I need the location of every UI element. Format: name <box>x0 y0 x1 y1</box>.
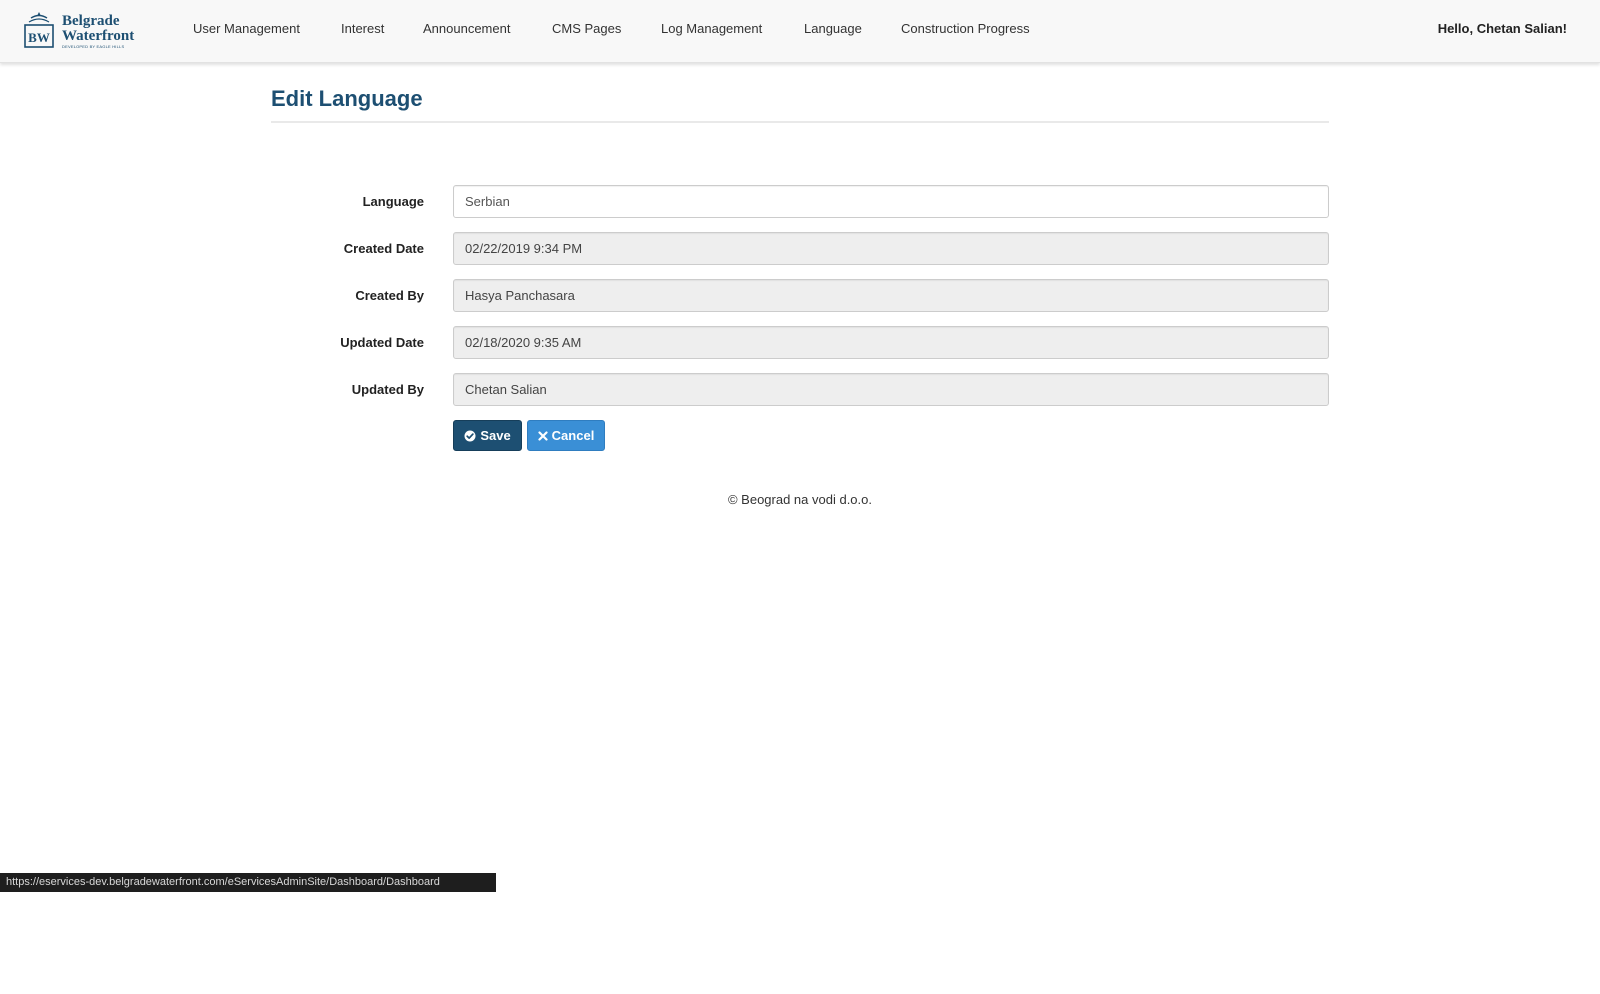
created-date-field <box>453 232 1329 265</box>
top-navbar: BW Belgrade Waterfront DEVELOPED BY EAGL… <box>0 0 1600 63</box>
check-circle-icon <box>464 430 476 442</box>
cancel-button[interactable]: Cancel <box>527 420 605 451</box>
language-label: Language <box>362 194 424 209</box>
updated-date-label: Updated Date <box>340 335 424 350</box>
created-date-row: Created Date <box>271 232 1329 265</box>
belgrade-waterfront-logo-icon: BW <box>24 12 54 48</box>
save-button-label: Save <box>480 428 511 443</box>
nav-item-log-management[interactable]: Log Management <box>661 21 762 36</box>
nav-item-announcement[interactable]: Announcement <box>423 21 510 36</box>
brand-tagline: DEVELOPED BY EAGLE HILLS <box>62 43 125 49</box>
created-by-row: Created By <box>271 279 1329 312</box>
save-button[interactable]: Save <box>453 420 522 451</box>
updated-date-field <box>453 326 1329 359</box>
created-by-field <box>453 279 1329 312</box>
brand-line-1: Belgrade <box>62 12 120 29</box>
nav-item-construction-progress[interactable]: Construction Progress <box>901 21 1030 36</box>
updated-by-field <box>453 373 1329 406</box>
language-row: Language <box>271 185 1329 218</box>
updated-by-label: Updated By <box>351 382 424 397</box>
cancel-button-label: Cancel <box>551 428 595 443</box>
page-footer: © Beograd na vodi d.o.o. <box>727 492 872 507</box>
nav-item-cms-pages[interactable]: CMS Pages <box>552 21 621 36</box>
created-date-label: Created Date <box>343 241 424 256</box>
page-title: Edit Language <box>271 86 423 111</box>
brand-line-2: Waterfront <box>62 27 135 44</box>
language-input[interactable] <box>453 185 1329 218</box>
nav-item-user-management[interactable]: User Management <box>193 21 300 36</box>
nav-item-interest[interactable]: Interest <box>341 21 384 36</box>
close-icon <box>538 430 548 441</box>
browser-status-url: https://eservices-dev.belgradewaterfront… <box>0 873 496 892</box>
updated-date-row: Updated Date <box>271 326 1329 359</box>
user-greeting[interactable]: Hello, Chetan Salian! <box>1438 21 1567 36</box>
svg-text:BW: BW <box>28 30 50 45</box>
nav-item-language[interactable]: Language <box>804 21 862 36</box>
brand-logo-link[interactable]: BW Belgrade Waterfront DEVELOPED BY EAGL… <box>22 9 146 53</box>
title-divider <box>271 121 1329 123</box>
brand-name: Belgrade Waterfront DEVELOPED BY EAGLE H… <box>62 12 135 49</box>
updated-by-row: Updated By <box>271 373 1329 406</box>
created-by-label: Created By <box>355 288 424 303</box>
